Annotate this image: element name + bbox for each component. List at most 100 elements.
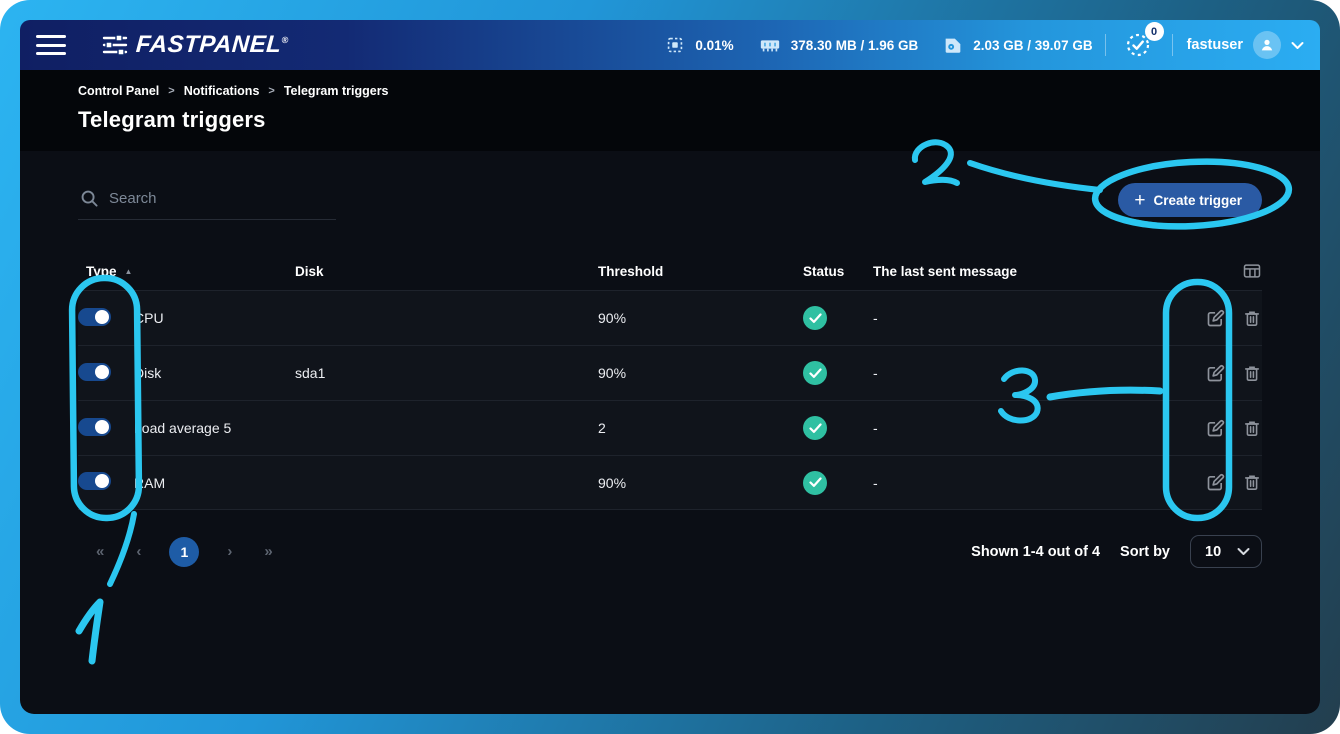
delete-button[interactable] — [1242, 363, 1262, 384]
cell-threshold: 90% — [598, 365, 803, 381]
content-area: Control Panel > Notifications > Telegram… — [20, 70, 1320, 714]
cell-last-message: - — [873, 310, 1205, 326]
per-page-select[interactable]: 10 — [1190, 535, 1262, 568]
sort-asc-icon: ▲ — [125, 267, 133, 276]
trigger-enabled-toggle[interactable] — [78, 418, 111, 436]
divider — [1172, 34, 1173, 56]
table-row: CPU 90% - — [78, 290, 1262, 345]
delete-button[interactable] — [1242, 418, 1262, 439]
pagination-summary: Shown 1-4 out of 4 — [971, 544, 1100, 560]
cell-last-message: - — [873, 365, 1205, 381]
app-window: FASTPANEL® 0.01% 378.30 MB / 1.96 GB — [0, 0, 1340, 734]
topbar: FASTPANEL® 0.01% 378.30 MB / 1.96 GB — [20, 20, 1320, 70]
current-page-button[interactable]: 1 — [169, 537, 199, 567]
next-page-button[interactable]: › — [223, 543, 236, 560]
divider — [1105, 34, 1106, 56]
cell-type: CPU — [134, 310, 295, 326]
plus-icon: + — [1134, 191, 1145, 210]
per-page-value: 10 — [1205, 544, 1221, 560]
trigger-enabled-toggle[interactable] — [78, 472, 111, 490]
edit-button[interactable] — [1205, 308, 1226, 329]
pagination-bar: « ‹ 1 › » Shown 1-4 out of 4 Sort by 10 — [78, 535, 1262, 568]
triggers-table: Type ▲ Disk Threshold Status The last se… — [78, 252, 1262, 510]
status-ok-icon — [803, 306, 827, 330]
fastpanel-logo[interactable]: FASTPANEL® — [102, 31, 289, 59]
edit-button[interactable] — [1205, 472, 1226, 493]
search-icon — [80, 189, 99, 208]
breadcrumb: Control Panel > Notifications > Telegram… — [78, 84, 1262, 98]
table-row: RAM 90% - — [78, 455, 1262, 510]
cell-threshold: 2 — [598, 420, 803, 436]
disk-icon — [942, 34, 964, 56]
sort-by-label: Sort by — [1120, 544, 1170, 560]
logo-text: FASTPANEL® — [135, 31, 290, 59]
cell-type: RAM — [134, 475, 295, 491]
cpu-value: 0.01% — [695, 38, 733, 53]
edit-icon — [1205, 308, 1226, 329]
search-box — [78, 183, 336, 220]
table-columns-icon — [1242, 261, 1262, 281]
cell-disk: sda1 — [295, 365, 598, 381]
table-header-row: Type ▲ Disk Threshold Status The last se… — [78, 252, 1262, 290]
notifications-count-badge: 0 — [1145, 22, 1164, 41]
pagination-controls: « ‹ 1 › » — [92, 537, 277, 567]
edit-icon — [1205, 472, 1226, 493]
cell-threshold: 90% — [598, 310, 803, 326]
breadcrumb-control-panel[interactable]: Control Panel — [78, 84, 159, 98]
pagination-summary-group: Shown 1-4 out of 4 Sort by 10 — [971, 535, 1262, 568]
ram-stat: 378.30 MB / 1.96 GB — [758, 34, 919, 56]
column-header-status: Status — [803, 264, 873, 279]
page-header: Control Panel > Notifications > Telegram… — [20, 70, 1320, 151]
column-settings-button[interactable] — [1242, 261, 1262, 281]
status-ok-icon — [803, 361, 827, 385]
cpu-icon — [664, 34, 686, 56]
table-row: Load average 5 2 - — [78, 400, 1262, 455]
first-page-button[interactable]: « — [92, 543, 108, 560]
status-ok-icon — [803, 416, 827, 440]
edit-button[interactable] — [1205, 418, 1226, 439]
chevron-down-icon — [1237, 547, 1250, 556]
main-panel: + Create trigger Type ▲ Disk Threshold S… — [20, 183, 1320, 568]
server-stats: 0.01% 378.30 MB / 1.96 GB 2.03 GB / 39.0… — [664, 34, 1104, 56]
breadcrumb-notifications[interactable]: Notifications — [184, 84, 260, 98]
username: fastuser — [1187, 37, 1243, 53]
hamburger-menu-icon[interactable] — [36, 34, 66, 56]
last-page-button[interactable]: » — [260, 543, 276, 560]
trash-icon — [1242, 472, 1262, 493]
trigger-enabled-toggle[interactable] — [78, 308, 111, 326]
cell-threshold: 90% — [598, 475, 803, 491]
toolbar: + Create trigger — [78, 183, 1262, 220]
page-title: Telegram triggers — [78, 107, 1262, 133]
disk-value: 2.03 GB / 39.07 GB — [973, 38, 1092, 53]
search-input[interactable] — [109, 190, 334, 207]
prev-page-button[interactable]: ‹ — [132, 543, 145, 560]
create-trigger-label: Create trigger — [1153, 193, 1242, 208]
column-header-last-message: The last sent message — [873, 264, 1242, 279]
column-header-disk: Disk — [295, 264, 598, 279]
ram-value: 378.30 MB / 1.96 GB — [791, 38, 919, 53]
table-row: Disk sda1 90% - — [78, 345, 1262, 400]
sliders-icon — [102, 34, 128, 56]
breadcrumb-separator: > — [168, 85, 174, 97]
delete-button[interactable] — [1242, 308, 1262, 329]
avatar — [1253, 31, 1281, 59]
edit-icon — [1205, 363, 1226, 384]
cell-last-message: - — [873, 475, 1205, 491]
create-trigger-button[interactable]: + Create trigger — [1118, 183, 1262, 217]
breadcrumb-separator: > — [268, 85, 274, 97]
trash-icon — [1242, 308, 1262, 329]
edit-button[interactable] — [1205, 363, 1226, 384]
delete-button[interactable] — [1242, 472, 1262, 493]
trash-icon — [1242, 363, 1262, 384]
trash-icon — [1242, 418, 1262, 439]
edit-icon — [1205, 418, 1226, 439]
disk-stat: 2.03 GB / 39.07 GB — [942, 34, 1092, 56]
column-header-type[interactable]: Type ▲ — [78, 264, 295, 279]
cell-type: Disk — [134, 365, 295, 381]
cpu-stat: 0.01% — [664, 34, 733, 56]
user-menu[interactable]: fastuser — [1187, 31, 1304, 59]
notifications-button[interactable]: 0 — [1122, 28, 1156, 62]
ram-icon — [758, 34, 782, 56]
cell-type: Load average 5 — [134, 420, 295, 436]
trigger-enabled-toggle[interactable] — [78, 363, 111, 381]
